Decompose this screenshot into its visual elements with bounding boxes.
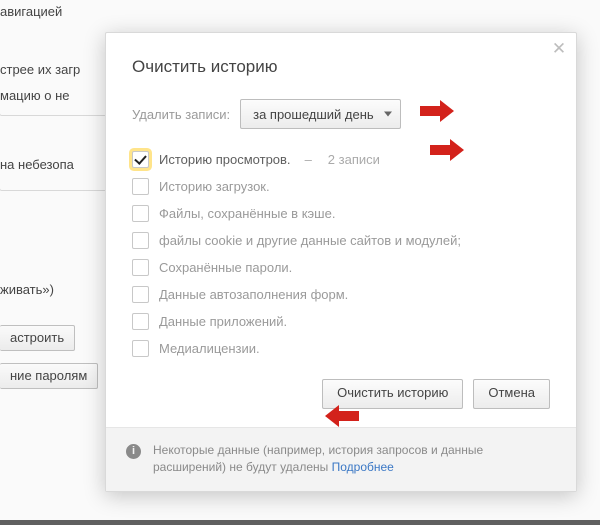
clear-history-dialog: ✕ Очистить историю Удалить записи: за пр… xyxy=(105,32,577,492)
clear-option-row: Данные автозаполнения форм. xyxy=(132,286,550,303)
footer-text-wrap: Некоторые данные (например, история запр… xyxy=(153,442,556,477)
clear-history-button[interactable]: Очистить историю xyxy=(322,379,463,409)
info-icon: i xyxy=(126,444,141,459)
clear-option-row: файлы cookie и другие данные сайтов и мо… xyxy=(132,232,550,249)
clear-option-row: Файлы, сохранённые в кэше. xyxy=(132,205,550,222)
option-label: Данные автозаполнения форм. xyxy=(159,287,348,302)
dialog-actions: Очистить историю Отмена xyxy=(132,379,550,409)
option-label: Историю просмотров. xyxy=(159,152,291,167)
close-icon[interactable]: ✕ xyxy=(550,41,568,59)
option-label: Сохранённые пароли. xyxy=(159,260,292,275)
option-count: 2 записи xyxy=(328,152,380,167)
clear-options-list: Историю просмотров.– 2 записи Историю загр… xyxy=(132,151,550,357)
chevron-down-icon xyxy=(384,112,392,117)
footer-learn-more-link[interactable]: Подробнее xyxy=(332,460,394,474)
option-checkbox[interactable] xyxy=(132,178,149,195)
dialog-title: Очистить историю xyxy=(132,57,550,77)
clear-option-row: Медиалицензии. xyxy=(132,340,550,357)
option-checkbox[interactable] xyxy=(132,340,149,357)
bg-fragment: живать») xyxy=(0,282,54,297)
bg-fragment: мацию о не xyxy=(0,88,70,103)
option-checkbox[interactable] xyxy=(132,313,149,330)
time-range-row: Удалить записи: за прошедший день xyxy=(132,99,550,129)
option-checkbox[interactable] xyxy=(132,151,149,168)
bg-fragment: авигацией xyxy=(0,4,62,19)
bg-configure-button[interactable]: астроить xyxy=(0,325,75,351)
clear-option-row: Сохранённые пароли. xyxy=(132,259,550,276)
separator: – xyxy=(305,152,312,167)
time-range-value: за прошедший день xyxy=(253,107,374,122)
cancel-button[interactable]: Отмена xyxy=(473,379,550,409)
dialog-body: Очистить историю Удалить записи: за прош… xyxy=(106,33,576,427)
clear-option-row: Историю просмотров.– 2 записи xyxy=(132,151,550,168)
bg-fragment: стрее их загр xyxy=(0,62,80,77)
option-label: Данные приложений. xyxy=(159,314,287,329)
bg-passwords-button[interactable]: ние паролям xyxy=(0,363,98,389)
option-label: Историю загрузок. xyxy=(159,179,270,194)
dialog-footer: i Некоторые данные (например, история за… xyxy=(106,427,576,491)
clear-option-row: Данные приложений. xyxy=(132,313,550,330)
option-checkbox[interactable] xyxy=(132,286,149,303)
time-range-select[interactable]: за прошедший день xyxy=(240,99,401,129)
option-label: файлы cookie и другие данные сайтов и мо… xyxy=(159,233,461,248)
option-label: Файлы, сохранённые в кэше. xyxy=(159,206,335,221)
option-label: Медиалицензии. xyxy=(159,341,260,356)
footer-text: Некоторые данные (например, история запр… xyxy=(153,443,483,474)
option-checkbox[interactable] xyxy=(132,232,149,249)
option-checkbox[interactable] xyxy=(132,205,149,222)
clear-option-row: Историю загрузок. xyxy=(132,178,550,195)
time-range-label: Удалить записи: xyxy=(132,107,230,122)
option-checkbox[interactable] xyxy=(132,259,149,276)
